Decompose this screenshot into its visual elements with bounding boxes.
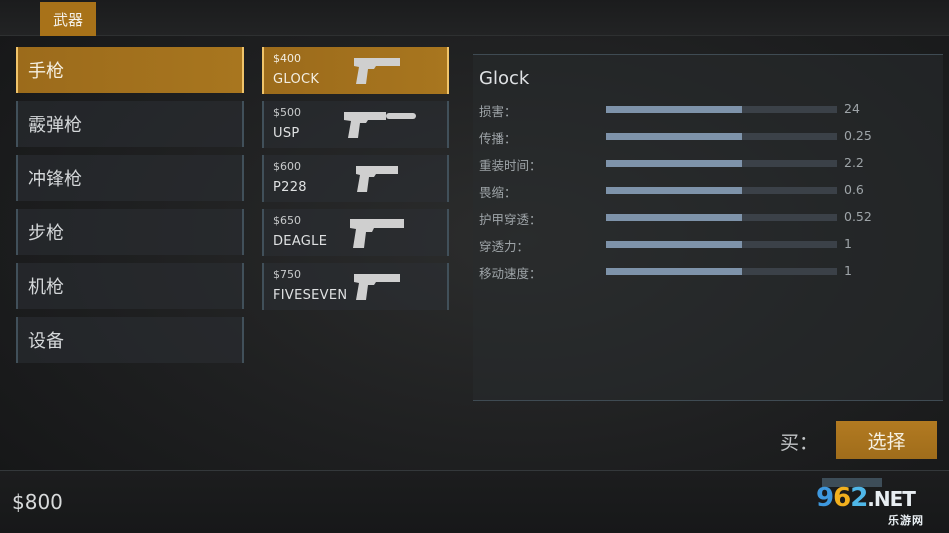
weapon-price: $600 (273, 160, 301, 173)
stat-value: 0.25 (844, 128, 872, 143)
stat-bar (606, 214, 837, 221)
weapon-name: DEAGLE (273, 234, 328, 249)
stat-bar (606, 187, 837, 194)
category-pistol[interactable]: 手枪 (16, 47, 244, 93)
tab-weapons[interactable]: 武器 (40, 2, 96, 36)
category-shotgun[interactable]: 霰弹枪 (16, 101, 244, 147)
stat-label: 损害： (479, 104, 517, 119)
weapon-item-glock[interactable]: $400 GLOCK (262, 47, 449, 94)
stat-bar-fill (606, 106, 743, 113)
stat-label: 穿透力： (479, 239, 530, 254)
weapon-item-deagle[interactable]: $650 DEAGLE (262, 209, 449, 256)
stat-row-penetration: 穿透力： 1 (473, 234, 943, 254)
stat-value: 1 (844, 263, 852, 278)
weapon-price: $400 (273, 52, 301, 65)
weapon-stats-panel: Glock 损害： 24 传播： 0.25 重装时间： 2.2 畏缩： 0.6 … (473, 54, 943, 401)
stat-label: 畏缩： (479, 185, 517, 200)
stat-row-spread: 传播： 0.25 (473, 126, 943, 146)
weapon-name: P228 (273, 180, 307, 195)
pistol-icon (354, 58, 400, 84)
stat-bar-fill (606, 214, 743, 221)
pistol-icon (350, 219, 404, 248)
bottom-bar (0, 470, 949, 533)
category-label: 手枪 (28, 61, 64, 82)
stat-value: 2.2 (844, 155, 864, 170)
money-balance: $800 (12, 490, 63, 514)
stat-value: 24 (844, 101, 860, 116)
stat-label: 重装时间： (479, 158, 542, 173)
silenced-pistol-icon (344, 112, 416, 138)
stat-bar (606, 268, 837, 275)
stat-label: 传播： (479, 131, 517, 146)
weapon-price: $500 (273, 106, 301, 119)
category-label: 冲锋枪 (28, 169, 82, 190)
select-button[interactable]: 选择 (836, 421, 937, 459)
category-label: 步枪 (28, 223, 64, 244)
weapon-price: $750 (273, 268, 301, 281)
weapon-name: FIVESEVEN (273, 288, 348, 303)
category-label: 设备 (28, 331, 64, 352)
category-rifle[interactable]: 步枪 (16, 209, 244, 255)
weapon-price: $650 (273, 214, 301, 227)
weapon-item-p228[interactable]: $600 P228 (262, 155, 449, 202)
category-label: 机枪 (28, 277, 64, 298)
pistol-icon (356, 166, 398, 192)
stat-bar-fill (606, 133, 743, 140)
category-label: 霰弹枪 (28, 115, 82, 136)
stat-bar (606, 160, 837, 167)
pistol-icon (354, 274, 400, 300)
stat-value: 0.52 (844, 209, 872, 224)
stat-value: 1 (844, 236, 852, 251)
top-bar: 武器 (0, 0, 949, 36)
stat-bar (606, 133, 837, 140)
weapon-name: GLOCK (273, 72, 320, 87)
weapon-stats-title: Glock (479, 68, 530, 89)
category-machine-gun[interactable]: 机枪 (16, 263, 244, 309)
stat-value: 0.6 (844, 182, 864, 197)
weapon-item-usp[interactable]: $500 USP (262, 101, 449, 148)
buy-label: 买： (780, 432, 819, 454)
stat-row-damage: 损害： 24 (473, 99, 943, 119)
watermark-text: 962.NET (816, 483, 916, 513)
stat-row-move-speed: 移动速度： 1 (473, 261, 943, 281)
watermark-subtext: 乐游网 (888, 514, 924, 527)
stat-bar (606, 106, 837, 113)
stat-bar-fill (606, 268, 743, 275)
stat-label: 护甲穿透： (479, 212, 542, 227)
watermark-logo: 962.NET 乐游网 (808, 478, 948, 533)
category-equipment[interactable]: 设备 (16, 317, 244, 363)
stat-bar-fill (606, 187, 743, 194)
stat-bar-fill (606, 160, 743, 167)
weapon-item-fiveseven[interactable]: $750 FIVESEVEN (262, 263, 449, 310)
stat-label: 移动速度： (479, 266, 542, 281)
stat-row-armor-penetration: 护甲穿透： 0.52 (473, 207, 943, 227)
stat-row-flinch: 畏缩： 0.6 (473, 180, 943, 200)
stat-row-reload-time: 重装时间： 2.2 (473, 153, 943, 173)
category-smg[interactable]: 冲锋枪 (16, 155, 244, 201)
stat-bar (606, 241, 837, 248)
stat-bar-fill (606, 241, 743, 248)
weapon-name: USP (273, 126, 300, 141)
